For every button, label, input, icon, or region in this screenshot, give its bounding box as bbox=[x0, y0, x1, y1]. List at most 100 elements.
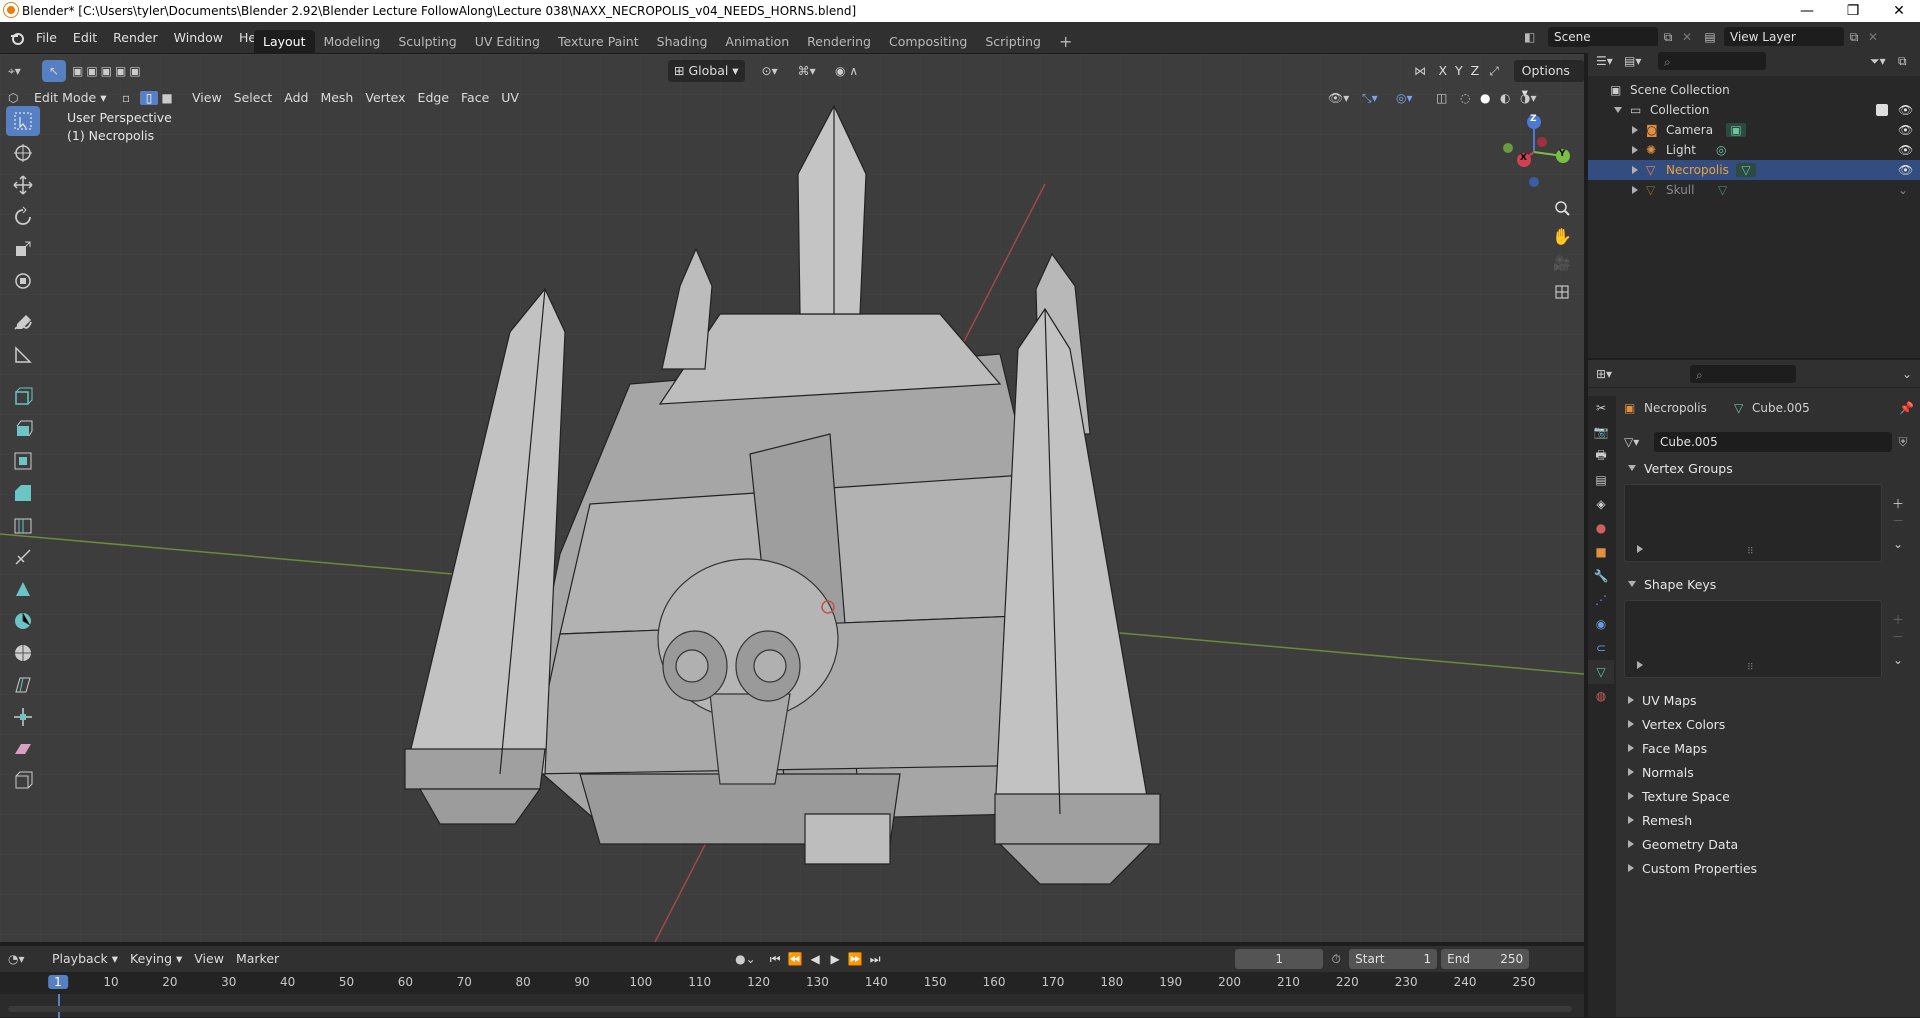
pin-icon[interactable]: 📌 bbox=[1899, 401, 1914, 415]
visibility-icon[interactable]: 👁▾ bbox=[1328, 91, 1362, 105]
view-layer-icon[interactable]: ▤ bbox=[1696, 30, 1724, 44]
mesh-browse-icon[interactable]: ▽▾ bbox=[1624, 435, 1654, 449]
rotate-tool-icon[interactable] bbox=[6, 202, 40, 232]
panel-geometry-data[interactable]: Geometry Data bbox=[1624, 832, 1914, 856]
outliner-search-field[interactable]: ⌕ bbox=[1658, 52, 1766, 70]
xray-toggle-icon[interactable]: ◫ bbox=[1436, 91, 1460, 105]
scene-collection-row[interactable]: ▣ Scene Collection bbox=[1588, 80, 1920, 100]
panel-vertex-groups[interactable]: Vertex Groups bbox=[1624, 456, 1914, 480]
vertex-groups-filter-icon[interactable] bbox=[1637, 545, 1643, 553]
necropolis-expand-icon[interactable] bbox=[1632, 166, 1638, 174]
minimize-button[interactable]: — bbox=[1784, 0, 1830, 22]
necropolis-visibility-icon[interactable]: 👁 bbox=[1898, 163, 1920, 177]
new-collection-icon[interactable]: ⧉ bbox=[1898, 54, 1912, 69]
display-mode-icon[interactable]: ▤▾ bbox=[1624, 54, 1658, 68]
physics-tab-icon[interactable]: ◉ bbox=[1588, 612, 1614, 636]
end-frame-field[interactable]: End 250 bbox=[1441, 949, 1530, 969]
spin-tool-icon[interactable] bbox=[6, 606, 40, 636]
poly-build-tool-icon[interactable] bbox=[6, 574, 40, 604]
object-tab-icon[interactable]: ■ bbox=[1588, 540, 1614, 564]
transform-tool-icon[interactable] bbox=[6, 266, 40, 296]
remove-shape-key-button[interactable]: － bbox=[1882, 628, 1914, 645]
menu-vertex[interactable]: Vertex bbox=[359, 87, 411, 109]
skull-visibility-icon[interactable]: ⌄ bbox=[1898, 183, 1920, 197]
panel-vertex-colors[interactable]: Vertex Colors bbox=[1624, 712, 1914, 736]
timeline-editor-type-icon[interactable]: ◔▾ bbox=[8, 952, 46, 966]
menu-face[interactable]: Face bbox=[455, 87, 495, 109]
edge-slide-tool-icon[interactable] bbox=[6, 670, 40, 700]
delete-view-layer-icon[interactable]: ✕ bbox=[1864, 30, 1882, 44]
resize-handle-icon[interactable]: ⠿ bbox=[1747, 547, 1754, 557]
extrude-tool-icon[interactable] bbox=[6, 414, 40, 444]
properties-search-field[interactable]: ⌕ bbox=[1690, 364, 1796, 383]
wireframe-shading-icon[interactable]: ◌ bbox=[1460, 91, 1480, 105]
data-tab-icon[interactable]: ▽ bbox=[1588, 660, 1614, 684]
menu-edit[interactable]: Edit bbox=[65, 27, 105, 49]
annotate-tool-icon[interactable] bbox=[6, 308, 40, 338]
smooth-tool-icon[interactable] bbox=[6, 638, 40, 668]
shape-key-specials-button[interactable]: ⌄ bbox=[1882, 653, 1914, 667]
move-tool-icon[interactable] bbox=[6, 170, 40, 200]
inset-tool-icon[interactable] bbox=[6, 446, 40, 476]
tab-layout[interactable]: Layout bbox=[254, 30, 315, 54]
menu-marker[interactable]: Marker bbox=[230, 948, 285, 970]
pivot-point-icon[interactable]: ⊙▾ bbox=[753, 64, 787, 78]
shrink-fatten-tool-icon[interactable] bbox=[6, 702, 40, 732]
options-dropdown[interactable]: Options ▾ bbox=[1513, 60, 1584, 100]
menu-view[interactable]: View bbox=[186, 87, 228, 109]
pan-hand-icon[interactable]: ✋ bbox=[1548, 222, 1576, 250]
jump-prev-keyframe-icon[interactable]: ⏪ bbox=[785, 952, 805, 966]
tab-animation[interactable]: Animation bbox=[716, 30, 798, 54]
navigation-gizmo[interactable]: Z Y X bbox=[1490, 110, 1578, 200]
mirror-icon[interactable]: ⋈ bbox=[1414, 64, 1434, 78]
camera-visibility-icon[interactable]: 👁 bbox=[1898, 123, 1920, 137]
outliner-row-light[interactable]: ✺ Light ◎ 👁 bbox=[1588, 140, 1920, 160]
menu-uv[interactable]: UV bbox=[495, 87, 525, 109]
jump-end-icon[interactable]: ⏭ bbox=[865, 952, 885, 967]
outliner-editor-type-icon[interactable]: ☰▾ bbox=[1596, 54, 1624, 68]
fake-user-icon[interactable]: ⛨ bbox=[1892, 435, 1914, 450]
vertex-select-mode-icon[interactable]: ▫ bbox=[122, 91, 140, 105]
collection-checkbox[interactable] bbox=[1876, 104, 1888, 116]
menu-mesh[interactable]: Mesh bbox=[314, 87, 359, 109]
panel-uv-maps[interactable]: UV Maps bbox=[1624, 688, 1914, 712]
modifier-tab-icon[interactable]: 🔧 bbox=[1588, 564, 1614, 588]
vertex-groups-list[interactable]: ⠿ bbox=[1624, 484, 1882, 562]
scene-tab-icon[interactable]: ◈ bbox=[1588, 492, 1614, 516]
constraints-tab-icon[interactable]: ⊂ bbox=[1588, 636, 1614, 660]
solid-shading-icon[interactable]: ● bbox=[1480, 91, 1500, 105]
tab-modeling[interactable]: Modeling bbox=[315, 30, 390, 54]
tab-texture-paint[interactable]: Texture Paint bbox=[549, 30, 648, 54]
knife-tool-icon[interactable] bbox=[6, 542, 40, 572]
outliner-row-necropolis[interactable]: ▽ Necropolis ▽ 👁 bbox=[1588, 160, 1920, 180]
panel-custom-properties[interactable]: Custom Properties bbox=[1624, 856, 1914, 880]
selection-mode-icons[interactable]: ▣▣▣▣▣ bbox=[72, 64, 144, 78]
blender-menu-icon[interactable] bbox=[6, 27, 28, 49]
menu-window[interactable]: Window bbox=[166, 27, 231, 49]
resize-handle-icon[interactable]: ⠿ bbox=[1747, 663, 1754, 673]
skull-expand-icon[interactable] bbox=[1632, 186, 1638, 194]
3d-viewport[interactable]: ⌖▾ ↖ ▣▣▣▣▣ ⊞ Global ▾ ⊙▾ ⌘▾ ◉ ∧ ⋈ X Y Z … bbox=[0, 54, 1584, 942]
use-preview-range-icon[interactable]: ⏱ bbox=[1323, 952, 1349, 967]
bevel-tool-icon[interactable] bbox=[6, 478, 40, 508]
zoom-icon[interactable] bbox=[1548, 194, 1576, 222]
vertex-group-specials-button[interactable]: ⌄ bbox=[1882, 537, 1914, 551]
editor-type-icon[interactable]: ⌖▾ bbox=[8, 64, 38, 79]
proportional-edit-icon[interactable]: ◉ ∧ bbox=[827, 64, 867, 78]
edge-select-mode-icon[interactable]: ▯ bbox=[140, 91, 158, 105]
tab-compositing[interactable]: Compositing bbox=[880, 30, 976, 54]
add-vertex-group-button[interactable]: ＋ bbox=[1882, 495, 1914, 512]
tool-tab-icon[interactable]: ✂ bbox=[1588, 396, 1614, 420]
panel-shape-keys[interactable]: Shape Keys bbox=[1624, 572, 1914, 596]
tab-scripting[interactable]: Scripting bbox=[976, 30, 1050, 54]
output-tab-icon[interactable]: 🖶 bbox=[1588, 444, 1614, 468]
select-box-tool-icon[interactable]: ↖ bbox=[42, 60, 66, 82]
tab-shading[interactable]: Shading bbox=[648, 30, 717, 54]
new-scene-icon[interactable]: ⧉ bbox=[1658, 30, 1678, 45]
menu-keying[interactable]: Keying ▾ bbox=[124, 948, 188, 970]
menu-timeline-view[interactable]: View bbox=[188, 948, 230, 970]
jump-start-icon[interactable]: ⏮ bbox=[765, 952, 785, 967]
current-frame-field[interactable]: 1 bbox=[1235, 949, 1324, 969]
shear-tool-icon[interactable] bbox=[6, 734, 40, 764]
tab-sculpting[interactable]: Sculpting bbox=[389, 30, 465, 54]
